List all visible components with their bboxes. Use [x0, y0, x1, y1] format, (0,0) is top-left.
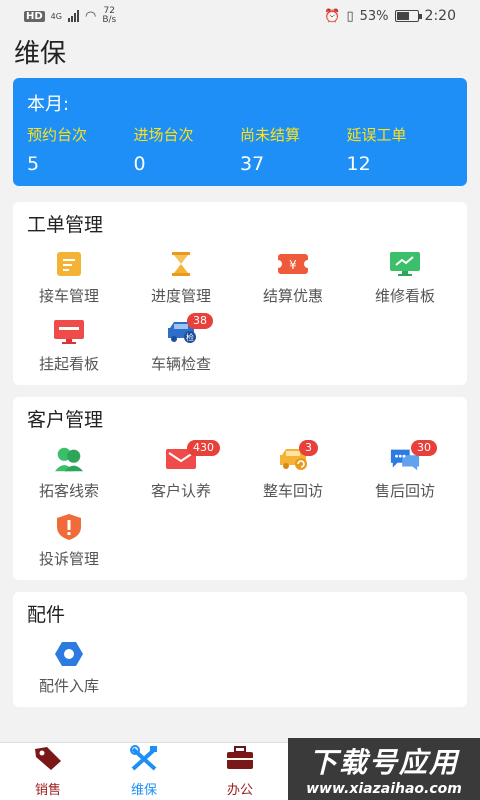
count-badge: 3 [299, 440, 318, 456]
menu-label: 投诉管理 [38, 549, 99, 568]
menu-label: 挂起看板 [38, 354, 99, 373]
status-bar: HD 4G ◠ 72 B/s ⏰ ▯ 53% 2:20 [0, 0, 480, 32]
stat-label: 预约台次 [27, 126, 88, 144]
network-gen: 4G [50, 11, 62, 21]
menu-adoption[interactable]: 430 客户认养 [125, 438, 237, 506]
warning-shield-icon [53, 512, 85, 542]
coupon-icon: ¥ [277, 249, 309, 279]
hourglass-icon [165, 249, 197, 279]
section-title: 配件 [27, 604, 66, 626]
menu-aftersales-followup[interactable]: 30 售后回访 [349, 438, 461, 506]
watermark-logo: 下载号应用 www.xiazaihao.com [288, 738, 480, 800]
stat-delayed[interactable]: 延误工单 12 [347, 124, 454, 175]
nav-label: 销售 [34, 783, 61, 798]
monitor-icon [53, 317, 85, 347]
clipboard-icon [53, 249, 85, 279]
stat-value: 37 [240, 153, 265, 175]
stat-label: 延误工单 [346, 126, 407, 144]
menu-label: 接车管理 [38, 286, 99, 305]
watermark-title: 下载号应用 [308, 746, 459, 779]
alarm-icon: ⏰ [324, 8, 341, 24]
stat-value: 0 [133, 153, 146, 175]
nav-label: 办公 [226, 783, 253, 798]
battery-percent: 53% [359, 8, 389, 24]
menu-label: 进度管理 [150, 286, 211, 305]
section-title: 工单管理 [27, 214, 104, 236]
users-icon [53, 444, 85, 474]
nav-sales[interactable]: 销售 [0, 743, 96, 800]
menu-repair-board[interactable]: 维修看板 [349, 243, 461, 311]
stat-value: 12 [346, 153, 371, 175]
stats-period: 本月: [27, 94, 70, 115]
menu-label: 拓客线索 [38, 481, 99, 500]
section-title: 客户管理 [27, 409, 104, 431]
menu-label: 维修看板 [374, 286, 435, 305]
count-badge: 430 [187, 440, 220, 456]
stat-label: 尚未结算 [240, 126, 301, 144]
svg-text:检: 检 [186, 332, 194, 342]
clock: 2:20 [424, 8, 456, 24]
monitor-chart-icon [389, 249, 421, 279]
menu-label: 配件入库 [38, 676, 99, 695]
nav-office[interactable]: 办公 [192, 743, 288, 800]
menu-label: 整车回访 [262, 481, 323, 500]
menu-leads[interactable]: 拓客线索 [13, 438, 125, 506]
svg-text:¥: ¥ [289, 258, 297, 272]
battery-icon [394, 10, 422, 22]
hd-indicator: HD [24, 10, 45, 22]
workorder-card: 工单管理 接车管理 进度管理 ¥ 结算优惠 维修看板 挂起看板 检 38 车辆检… [13, 202, 467, 385]
menu-label: 结算优惠 [262, 286, 323, 305]
stat-unsettled[interactable]: 尚未结算 37 [240, 124, 347, 175]
stat-value: 5 [27, 153, 40, 175]
page-title: 维保 [14, 39, 67, 69]
menu-reception[interactable]: 接车管理 [13, 243, 125, 311]
parts-card: 配件 配件入库 [13, 592, 467, 707]
count-badge: 30 [411, 440, 437, 456]
briefcase-icon [225, 745, 255, 775]
stat-booked[interactable]: 预约台次 5 [27, 124, 134, 175]
stat-entered[interactable]: 进场台次 0 [134, 124, 241, 175]
menu-label: 车辆检查 [150, 354, 211, 373]
menu-label: 客户认养 [150, 481, 211, 500]
menu-label: 售后回访 [374, 481, 435, 500]
menu-complaints[interactable]: 投诉管理 [13, 506, 125, 574]
signal-icon [67, 10, 79, 22]
menu-vehicle-check[interactable]: 检 38 车辆检查 [125, 311, 237, 379]
watermark-url: www.xiazaihao.com [306, 781, 462, 797]
monthly-stats-panel: 本月: 预约台次 5 进场台次 0 尚未结算 37 延误工单 12 [13, 78, 467, 186]
tag-icon [33, 745, 63, 775]
menu-progress[interactable]: 进度管理 [125, 243, 237, 311]
menu-vehicle-followup[interactable]: 3 整车回访 [237, 438, 349, 506]
stat-label: 进场台次 [133, 126, 194, 144]
net-speed: 72 B/s [102, 6, 117, 25]
vibrate-icon: ▯ [346, 8, 354, 24]
customer-card: 客户管理 拓客线索 430 客户认养 3 整车回访 30 售后回访 投诉管理 [13, 397, 467, 580]
nav-maintenance[interactable]: 维保 [96, 743, 192, 800]
menu-settlement[interactable]: ¥ 结算优惠 [237, 243, 349, 311]
nav-label: 维保 [130, 783, 157, 798]
wifi-icon: ◠ [84, 8, 97, 24]
menu-parts-inbound[interactable]: 配件入库 [13, 633, 125, 701]
menu-suspend-board[interactable]: 挂起看板 [13, 311, 125, 379]
tools-icon [129, 745, 159, 775]
hex-nut-icon [53, 639, 85, 669]
count-badge: 38 [187, 313, 213, 329]
